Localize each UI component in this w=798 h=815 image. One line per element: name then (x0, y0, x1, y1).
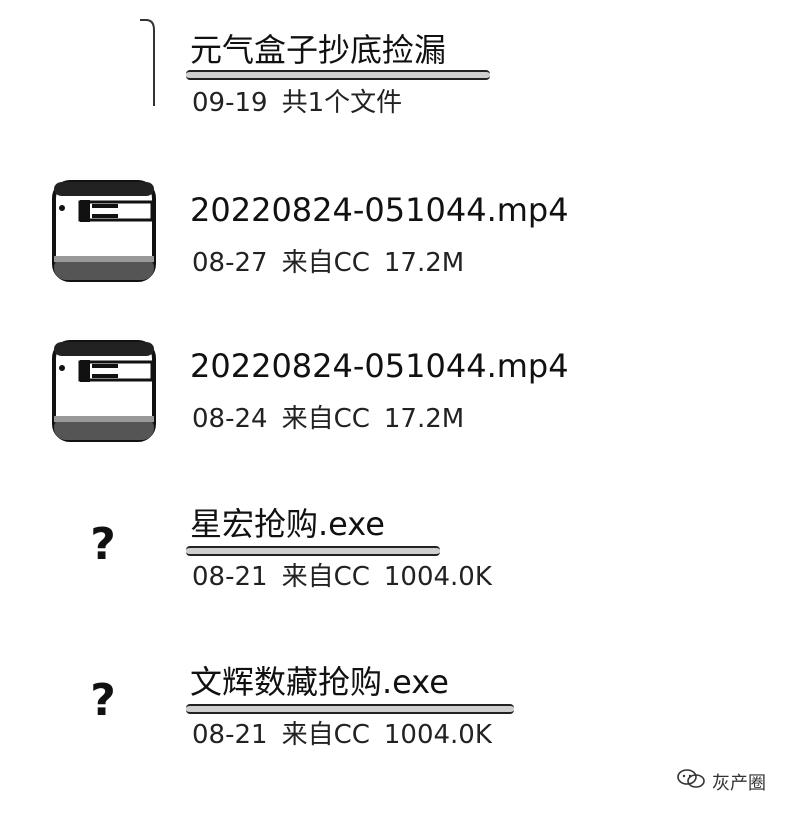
file-item-folder[interactable]: 元气盒子抄底捡漏 09-19 共1个文件 (0, 18, 798, 158)
file-detail: 共1个文件 (281, 88, 403, 118)
file-item-exe[interactable]: ? 星宏抢购.exe 08-21 来自CC 1004.0K (0, 500, 798, 640)
file-meta: 08-21 来自CC 1004.0K (192, 562, 506, 592)
file-name: 文辉数藏抢购.exe (190, 663, 449, 701)
file-meta: 08-24 来自CC 17.2M (192, 404, 478, 434)
file-name: 星宏抢购.exe (190, 505, 385, 543)
file-item-video[interactable]: 20220824-051044.mp4 08-24 来自CC 17.2M (0, 338, 798, 478)
file-date: 08-27 (192, 248, 268, 278)
file-meta: 08-21 来自CC 1004.0K (192, 720, 506, 750)
video-thumbnail (52, 338, 156, 442)
file-name: 元气盒子抄底捡漏 (190, 31, 447, 69)
file-size: 1004.0K (383, 562, 492, 592)
file-source: 来自CC (281, 562, 370, 592)
file-size: 17.2M (383, 248, 465, 278)
file-name: 20220824-051044.mp4 (190, 347, 569, 385)
file-size: 17.2M (383, 404, 465, 434)
file-source: 来自CC (281, 248, 370, 278)
title-underline (186, 704, 514, 714)
title-underline (186, 70, 490, 80)
wechat-icon (676, 768, 706, 795)
watermark-text: 灰产圈 (712, 772, 766, 794)
folder-icon (52, 18, 156, 125)
file-date: 09-19 (192, 88, 268, 118)
unknown-file-icon: ? (90, 675, 116, 726)
video-thumbnail (52, 178, 156, 282)
file-source: 来自CC (281, 720, 370, 750)
file-item-video[interactable]: 20220824-051044.mp4 08-27 来自CC 17.2M (0, 178, 798, 318)
file-date: 08-21 (192, 720, 268, 750)
file-meta: 09-19 共1个文件 (192, 88, 416, 118)
watermark: 灰产圈 (676, 768, 766, 795)
file-date: 08-24 (192, 404, 268, 434)
title-underline (186, 546, 440, 556)
file-source: 来自CC (281, 404, 370, 434)
file-size: 1004.0K (383, 720, 492, 750)
unknown-file-icon: ? (90, 519, 116, 570)
file-date: 08-21 (192, 562, 268, 592)
file-name: 20220824-051044.mp4 (190, 191, 569, 229)
file-meta: 08-27 来自CC 17.2M (192, 248, 478, 278)
